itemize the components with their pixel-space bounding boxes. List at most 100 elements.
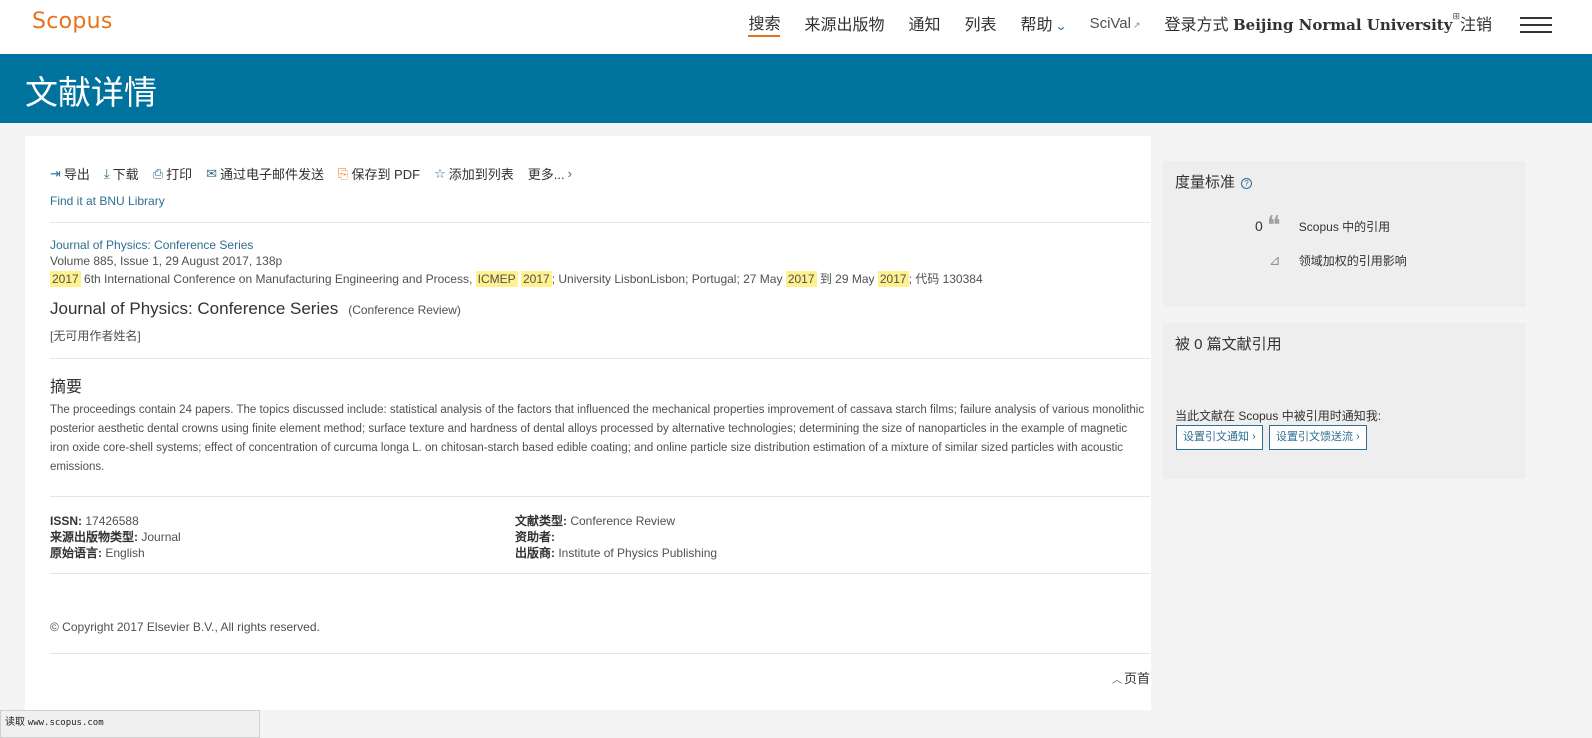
- authors: [无可用作者姓名]: [50, 329, 141, 343]
- fwci-metric[interactable]: ⊿ 领域加权的引用影响: [1269, 252, 1407, 269]
- chevron-up-icon: ︿: [1111, 675, 1122, 686]
- email-button[interactable]: ✉ 通过电子邮件发送: [206, 164, 324, 183]
- hamburger-menu-icon[interactable]: [1520, 17, 1552, 33]
- chevron-right-icon: ›: [567, 166, 572, 181]
- divider: [50, 358, 1150, 359]
- metrics-panel: 度量标准? 0 ❝ Scopus 中的引用 ⊿ 领域加权的引用影响: [1163, 161, 1526, 307]
- metadata-left: ISSN: 17426588 来源出版物类型: Journal 原始语言: En…: [50, 513, 181, 561]
- print-label: 打印: [166, 167, 193, 182]
- metadata-right: 文献类型: Conference Review 资助者: 出版商: Instit…: [515, 513, 717, 561]
- sponsor-row: 资助者:: [515, 529, 717, 545]
- conference-text: 到 29 May: [816, 272, 878, 286]
- nav-scival-label: SciVal: [1089, 14, 1131, 32]
- divider: [50, 222, 1150, 223]
- citation-label: Scopus 中的引用: [1298, 219, 1391, 234]
- source-title-link[interactable]: Journal of Physics: Conference Series: [50, 238, 253, 252]
- citation-count: 0: [1255, 218, 1263, 234]
- institution-info-icon: ⊞: [1452, 11, 1460, 21]
- download-label: 下载: [112, 167, 139, 182]
- help-icon[interactable]: ?: [1241, 177, 1253, 189]
- logout-link[interactable]: 注销: [1460, 17, 1492, 34]
- doc-type-label: 文献类型:: [515, 514, 567, 528]
- main-nav: 搜索 来源出版物 通知 列表 帮助⌄ SciVal ↗ 登录方式 Beijing …: [724, 10, 1492, 37]
- status-url: www.scopus.com: [27, 718, 104, 728]
- document-toolbar: ⇥ 导出 ⤓ 下载 ⎙ 打印 ✉ 通过电子邮件发送 ⎘ 保存到 PDF ☆ 添加到列表 更多…: [50, 164, 586, 183]
- cited-by-heading: 被 0 篇文献引用: [1175, 336, 1282, 353]
- issn-row: ISSN: 17426588: [50, 513, 181, 529]
- fwci-label: 领域加权的引用影响: [1298, 254, 1407, 268]
- export-button[interactable]: ⇥ 导出: [50, 164, 90, 183]
- export-icon: ⇥: [50, 165, 61, 181]
- nav-scival[interactable]: SciVal ↗: [1090, 15, 1141, 32]
- gauge-icon: ⊿: [1269, 252, 1281, 268]
- nav-alerts[interactable]: 通知: [908, 11, 940, 35]
- doc-type-row: 文献类型: Conference Review: [515, 513, 717, 529]
- save-pdf-label: 保存到 PDF: [351, 167, 421, 182]
- conference-text: 6th International Conference on Manufact…: [80, 272, 476, 286]
- chevron-right-icon: ›: [1356, 431, 1360, 443]
- page-title: 文献详情: [25, 74, 157, 111]
- set-citation-feed-button[interactable]: 设置引文馈送流 ›: [1269, 425, 1367, 450]
- alert-button-label: 设置引文通知: [1183, 431, 1249, 443]
- save-pdf-button[interactable]: ⎘ 保存到 PDF: [338, 164, 420, 183]
- issn-value: 17426588: [85, 514, 139, 528]
- download-icon: ⤓: [103, 165, 110, 181]
- set-citation-alert-button[interactable]: 设置引文通知 ›: [1176, 425, 1263, 450]
- highlight-term: 2017: [520, 271, 552, 287]
- top-navbar: Scopus 搜索 来源出版物 通知 列表 帮助⌄ SciVal ↗ 登录方式 B…: [0, 0, 1592, 54]
- back-to-top-label: 页首: [1123, 671, 1150, 686]
- document-title-text: Journal of Physics: Conference Series: [50, 299, 339, 318]
- abstract-text: The proceedings contain 24 papers. The t…: [50, 404, 1145, 473]
- more-button[interactable]: 更多... ›: [528, 164, 572, 183]
- nav-lists[interactable]: 列表: [964, 11, 996, 35]
- chevron-right-icon: ›: [1252, 431, 1256, 443]
- publisher-row: 出版商: Institute of Physics Publishing: [515, 545, 717, 561]
- add-list-label: 添加到列表: [448, 167, 514, 182]
- highlight-term: 2017: [785, 271, 817, 287]
- login-info: 登录方式 Beijing Normal University⊞注销: [1165, 11, 1492, 35]
- page-banner: 文献详情: [0, 54, 1592, 123]
- source-type-label: 来源出版物类型:: [50, 530, 138, 544]
- nav-search[interactable]: 搜索: [748, 10, 781, 37]
- browser-status-bar: 读取 www.scopus.com: [0, 710, 260, 738]
- add-to-list-button[interactable]: ☆ 添加到列表: [434, 164, 514, 183]
- conference-text: ; University LisbonLisbon; Portugal; 27 …: [551, 272, 786, 286]
- export-label: 导出: [63, 167, 90, 182]
- source-type-row: 来源出版物类型: Journal: [50, 529, 181, 545]
- nav-help[interactable]: 帮助⌄: [1021, 11, 1068, 35]
- star-icon: ☆: [434, 165, 446, 181]
- highlight-term: 2017: [877, 271, 909, 287]
- highlight-term: 2017: [50, 271, 81, 287]
- pdf-icon: ⎘: [338, 165, 349, 181]
- divider: [50, 573, 1150, 574]
- document-subtype: (Conference Review): [348, 303, 461, 317]
- language-value: English: [105, 546, 145, 560]
- back-to-top-link[interactable]: ︿ 页首: [1112, 668, 1150, 687]
- language-row: 原始语言: English: [50, 545, 181, 561]
- source-type-value: Journal: [141, 530, 181, 544]
- print-button[interactable]: ⎙ 打印: [153, 164, 192, 183]
- nav-sources[interactable]: 来源出版物: [804, 11, 884, 35]
- highlight-term: ICMEP: [475, 271, 518, 287]
- external-link-icon: ↗: [1132, 19, 1141, 30]
- issn-label: ISSN:: [50, 514, 83, 528]
- email-label: 通过电子邮件发送: [220, 167, 325, 182]
- citation-count-metric[interactable]: 0 ❝ Scopus 中的引用: [1255, 213, 1391, 239]
- document-details-card: ⇥ 导出 ⤓ 下载 ⎙ 打印 ✉ 通过电子邮件发送 ⎘ 保存到 PDF ☆ 添加到列表 更多…: [25, 136, 1151, 710]
- login-prefix: 登录方式: [1164, 17, 1229, 34]
- download-button[interactable]: ⤓ 下载: [104, 164, 139, 183]
- publisher-value: Institute of Physics Publishing: [558, 546, 718, 560]
- status-prefix: 读取: [5, 717, 25, 728]
- volume-info: Volume 885, Issue 1, 29 August 2017, 138…: [50, 254, 283, 268]
- divider: [50, 496, 1150, 497]
- conference-text: ; 代码 130384: [908, 272, 983, 286]
- copyright: © Copyright 2017 Elsevier B.V., All righ…: [50, 620, 320, 634]
- login-institution: Beijing Normal University: [1233, 16, 1453, 34]
- divider: [50, 653, 1150, 654]
- scopus-logo[interactable]: Scopus: [32, 9, 113, 34]
- conference-info: 2017 6th International Conference on Man…: [50, 270, 983, 287]
- abstract-heading: 摘要: [50, 379, 83, 396]
- citation-notify-text: 当此文献在 Scopus 中被引用时通知我:: [1175, 409, 1382, 423]
- find-at-library-link[interactable]: Find it at BNU Library: [50, 194, 165, 208]
- document-title: Journal of Physics: Conference Series (Co…: [50, 299, 461, 319]
